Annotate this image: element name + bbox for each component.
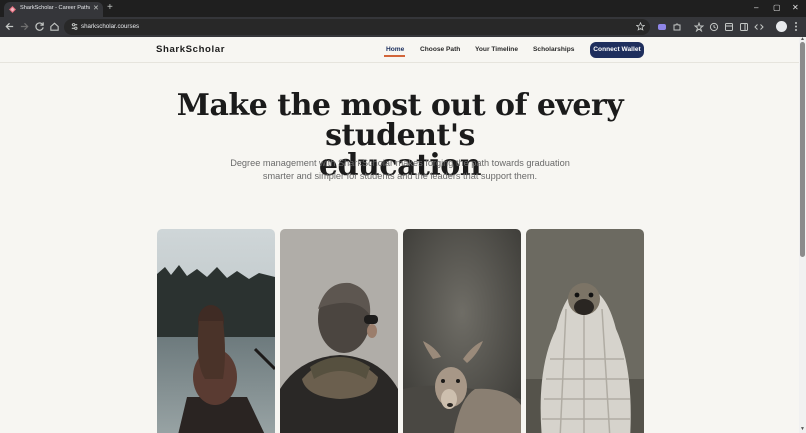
gallery-photo-canoe bbox=[157, 229, 275, 433]
gallery-photo-scarf bbox=[280, 229, 398, 433]
bookmark-star-icon[interactable] bbox=[636, 22, 645, 31]
nav-home[interactable]: Home bbox=[386, 46, 404, 53]
reload-icon[interactable] bbox=[34, 21, 45, 32]
forward-arrow-icon[interactable] bbox=[19, 21, 30, 32]
young-deer-image bbox=[403, 229, 521, 433]
browser-tab-strip: SharkScholar - Career Pathways ✕ + – ▢ ✕ bbox=[0, 0, 806, 17]
gallery-photo-deer bbox=[403, 229, 521, 433]
site-logo[interactable]: SharkScholar bbox=[156, 44, 225, 55]
nav-active-underline bbox=[384, 55, 405, 57]
tab-search-icon[interactable] bbox=[724, 22, 734, 32]
scroll-down-arrow-icon[interactable]: ▼ bbox=[800, 427, 805, 432]
side-panel-icon[interactable] bbox=[739, 22, 749, 32]
gallery-photo-pug bbox=[526, 229, 644, 433]
site-info-icon[interactable] bbox=[70, 22, 79, 31]
tab-close-icon[interactable]: ✕ bbox=[93, 4, 99, 13]
close-window-button[interactable]: ✕ bbox=[792, 3, 799, 13]
reading-list-icon[interactable] bbox=[694, 22, 704, 32]
tab-title: SharkScholar - Career Pathways bbox=[20, 5, 90, 11]
site-header: SharkScholar Home Choose Path Your Timel… bbox=[0, 37, 799, 63]
maximize-button[interactable]: ▢ bbox=[773, 3, 781, 13]
browser-tab[interactable]: SharkScholar - Career Pathways ✕ bbox=[4, 2, 103, 17]
minimize-button[interactable]: – bbox=[754, 3, 758, 13]
browser-menu-icon[interactable] bbox=[793, 21, 799, 32]
nav-scholarships[interactable]: Scholarships bbox=[533, 46, 574, 53]
profile-avatar[interactable] bbox=[776, 21, 787, 32]
woman-in-canoe-image bbox=[157, 229, 275, 433]
nav-choose-path[interactable]: Choose Path bbox=[420, 46, 460, 53]
browser-toolbar: sharkscholar.courses bbox=[0, 17, 806, 37]
person-with-scarf-image bbox=[280, 229, 398, 433]
extension-puzzle-purple-icon[interactable] bbox=[657, 22, 667, 32]
hero-subtitle-line-1: Degree management with SharkScholar make… bbox=[230, 158, 570, 168]
hero-subtitle-line-2: smarter and simpler for students and the… bbox=[262, 171, 538, 181]
developer-tools-icon[interactable] bbox=[754, 22, 764, 32]
extensions-icon[interactable] bbox=[672, 22, 682, 32]
history-icon[interactable] bbox=[709, 22, 719, 32]
web-page: SharkScholar Home Choose Path Your Timel… bbox=[0, 37, 799, 433]
page-scrollbar[interactable]: ▲ ▼ bbox=[799, 37, 806, 433]
connect-wallet-button[interactable]: Connect Wallet bbox=[590, 42, 644, 58]
home-icon[interactable] bbox=[49, 21, 60, 32]
hero-title-line-1: Make the most out of every student's bbox=[176, 88, 624, 153]
address-bar[interactable]: sharkscholar.courses bbox=[64, 19, 650, 35]
nav-your-timeline[interactable]: Your Timeline bbox=[475, 46, 518, 53]
url-text[interactable]: sharkscholar.courses bbox=[81, 23, 139, 30]
site-favicon-icon bbox=[9, 6, 16, 13]
back-arrow-icon[interactable] bbox=[4, 21, 15, 32]
scrollbar-thumb[interactable] bbox=[800, 42, 805, 257]
hero-subtitle: Degree management with SharkScholar make… bbox=[200, 157, 600, 183]
pug-in-blanket-image bbox=[526, 229, 644, 433]
new-tab-button[interactable]: + bbox=[107, 2, 113, 14]
